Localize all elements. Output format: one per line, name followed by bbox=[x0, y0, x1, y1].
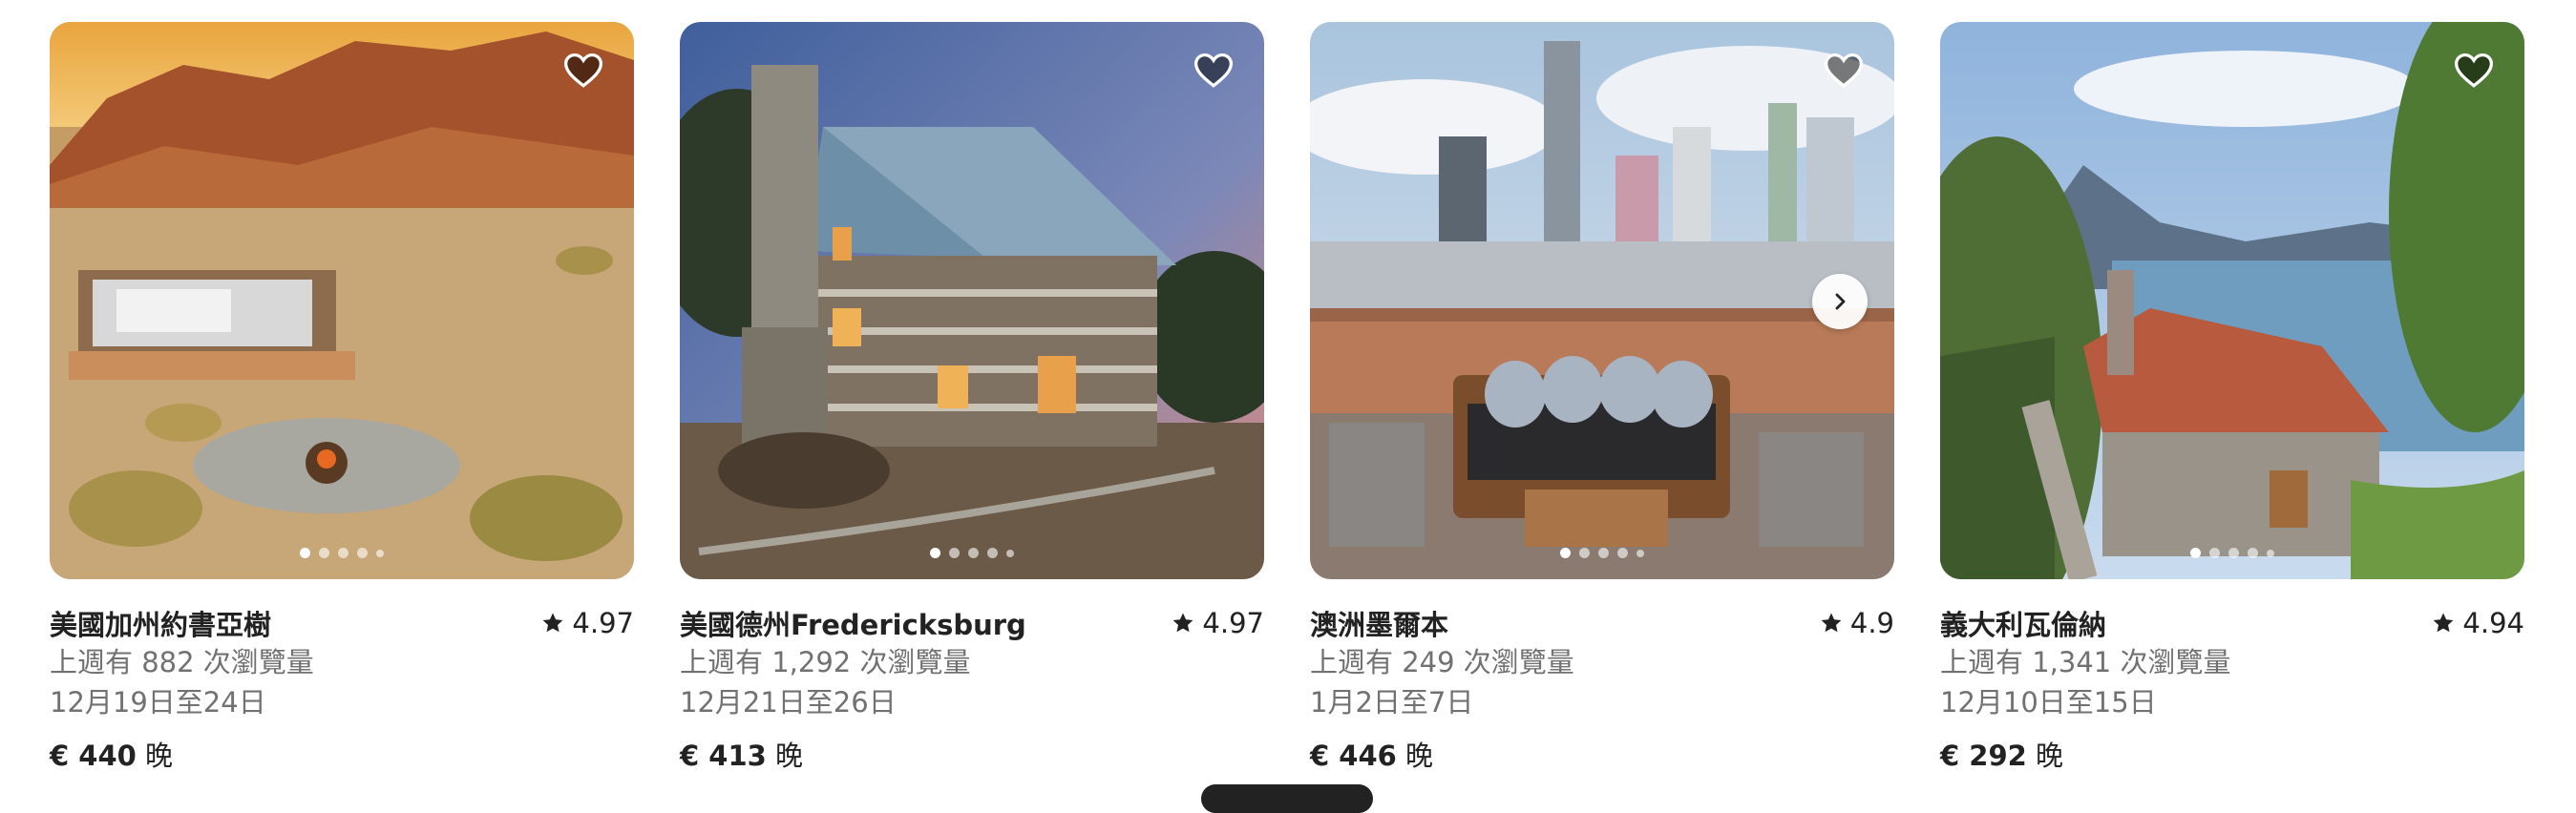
price-unit: 晚 bbox=[2036, 740, 2064, 772]
listing-info: 美國德州Fredericksburg 4.97 上週有 1,292 次瀏覽量 1… bbox=[680, 604, 1264, 774]
listing-photo[interactable] bbox=[50, 22, 634, 579]
heart-icon[interactable] bbox=[1822, 51, 1866, 91]
next-photo-button[interactable] bbox=[1812, 274, 1868, 329]
carousel-dot[interactable] bbox=[1598, 548, 1609, 558]
show-map-button-edge[interactable] bbox=[1201, 784, 1373, 813]
rating-value: 4.97 bbox=[1202, 607, 1264, 639]
rating-value: 4.94 bbox=[2462, 607, 2524, 639]
listing-card[interactable]: 義大利瓦倫納 4.94 上週有 1,341 次瀏覽量 12月10日至15日 € … bbox=[1940, 22, 2524, 774]
price-unit: 晚 bbox=[1405, 740, 1434, 772]
heart-icon[interactable] bbox=[1192, 51, 1235, 91]
listing-photo[interactable] bbox=[680, 22, 1264, 579]
listing-info: 美國加州約書亞樹 4.97 上週有 882 次瀏覽量 12月19日至24日 € … bbox=[50, 604, 634, 774]
price-unit: 晚 bbox=[145, 740, 174, 772]
listing-price: € 446 晚 bbox=[1310, 734, 1894, 774]
listing-card[interactable]: 美國德州Fredericksburg 4.97 上週有 1,292 次瀏覽量 1… bbox=[680, 22, 1264, 774]
listing-views: 上週有 249 次瀏覽量 bbox=[1310, 646, 1574, 678]
lake-cottage-photo bbox=[1940, 22, 2524, 579]
price-amount: € 440 bbox=[50, 740, 137, 772]
carousel-dot[interactable] bbox=[2190, 548, 2201, 558]
carousel-dot[interactable] bbox=[968, 548, 979, 558]
listings-grid: 美國加州約書亞樹 4.97 上週有 882 次瀏覽量 12月19日至24日 € … bbox=[50, 22, 2524, 774]
listing-card[interactable]: 美國加州約書亞樹 4.97 上週有 882 次瀏覽量 12月19日至24日 € … bbox=[50, 22, 634, 774]
listing-views: 上週有 882 次瀏覽量 bbox=[50, 646, 314, 678]
carousel-dots bbox=[1940, 548, 2524, 558]
star-icon bbox=[1821, 613, 1842, 633]
listing-rating: 4.9 bbox=[1820, 607, 1894, 639]
rating-value: 4.9 bbox=[1849, 607, 1894, 639]
listing-dates: 12月21日至26日 bbox=[680, 686, 897, 719]
carousel-dot[interactable] bbox=[2267, 549, 2274, 557]
carousel-dot[interactable] bbox=[930, 548, 940, 558]
star-icon bbox=[2434, 613, 2454, 633]
listing-views: 上週有 1,341 次瀏覽量 bbox=[1940, 646, 2231, 678]
carousel-dot[interactable] bbox=[2248, 548, 2258, 558]
carousel-dots bbox=[1310, 548, 1894, 558]
carousel-dots bbox=[50, 548, 634, 558]
listing-price: € 413 晚 bbox=[680, 734, 1264, 774]
carousel-dot[interactable] bbox=[1617, 548, 1628, 558]
listing-info: 澳洲墨爾本 4.9 上週有 249 次瀏覽量 1月2日至7日 € 446 晚 bbox=[1310, 604, 1894, 774]
carousel-dot[interactable] bbox=[376, 549, 384, 557]
listing-price: € 440 晚 bbox=[50, 734, 634, 774]
carousel-dot[interactable] bbox=[1579, 548, 1590, 558]
heart-icon[interactable] bbox=[561, 51, 605, 91]
carousel-dot[interactable] bbox=[1636, 549, 1644, 557]
listing-dates: 1月2日至7日 bbox=[1310, 686, 1474, 719]
star-icon bbox=[543, 613, 563, 633]
carousel-dot[interactable] bbox=[1006, 549, 1014, 557]
carousel-dot[interactable] bbox=[949, 548, 960, 558]
listing-photo[interactable] bbox=[1310, 22, 1894, 579]
listing-views: 上週有 1,292 次瀏覽量 bbox=[680, 646, 971, 678]
listing-rating: 4.97 bbox=[541, 607, 634, 639]
carousel-dot[interactable] bbox=[300, 548, 310, 558]
rating-value: 4.97 bbox=[572, 607, 634, 639]
listing-info: 義大利瓦倫納 4.94 上週有 1,341 次瀏覽量 12月10日至15日 € … bbox=[1940, 604, 2524, 774]
listing-price: € 292 晚 bbox=[1940, 734, 2524, 774]
heart-icon[interactable] bbox=[2452, 51, 2496, 91]
listing-title: 澳洲墨爾本 bbox=[1310, 609, 1449, 641]
city-balcony-photo bbox=[1310, 22, 1894, 579]
carousel-dot[interactable] bbox=[2228, 548, 2239, 558]
carousel-dots bbox=[680, 548, 1264, 558]
price-amount: € 292 bbox=[1940, 740, 2027, 772]
listing-photo[interactable] bbox=[1940, 22, 2524, 579]
listing-title: 義大利瓦倫納 bbox=[1940, 609, 2107, 641]
carousel-dot[interactable] bbox=[987, 548, 998, 558]
listing-rating: 4.97 bbox=[1172, 607, 1264, 639]
chevron-right-icon bbox=[1835, 293, 1846, 310]
price-unit: 晚 bbox=[775, 740, 804, 772]
carousel-dot[interactable] bbox=[357, 548, 368, 558]
listing-title: 美國加州約書亞樹 bbox=[50, 609, 272, 641]
carousel-dot[interactable] bbox=[2209, 548, 2220, 558]
listing-dates: 12月10日至15日 bbox=[1940, 686, 2157, 719]
carousel-dot[interactable] bbox=[338, 548, 348, 558]
log-cabin-photo bbox=[680, 22, 1264, 579]
listing-rating: 4.94 bbox=[2432, 607, 2524, 639]
listing-card[interactable]: 澳洲墨爾本 4.9 上週有 249 次瀏覽量 1月2日至7日 € 446 晚 bbox=[1310, 22, 1894, 774]
price-amount: € 413 bbox=[680, 740, 767, 772]
carousel-dot[interactable] bbox=[1560, 548, 1571, 558]
price-amount: € 446 bbox=[1310, 740, 1397, 772]
desert-camp-photo bbox=[50, 22, 634, 579]
carousel-dot[interactable] bbox=[319, 548, 329, 558]
listing-dates: 12月19日至24日 bbox=[50, 686, 266, 719]
listing-title: 美國德州Fredericksburg bbox=[680, 609, 1026, 641]
star-icon bbox=[1173, 613, 1193, 633]
